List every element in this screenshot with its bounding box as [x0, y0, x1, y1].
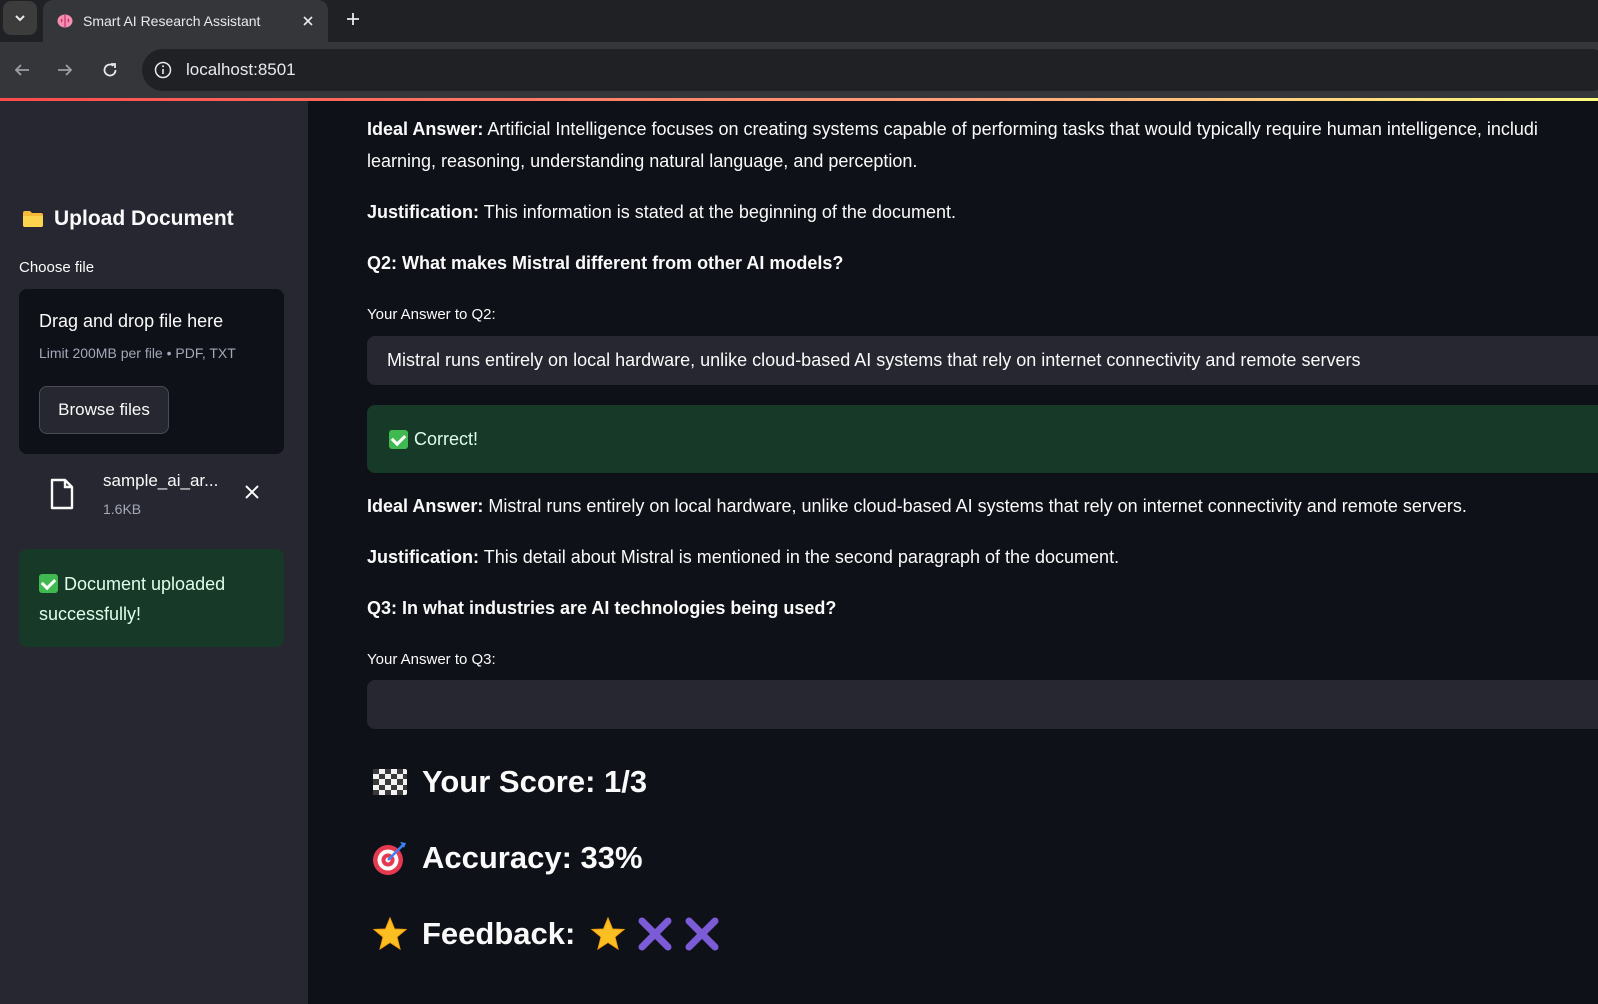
star-icon: [372, 916, 408, 952]
browser-tab[interactable]: Smart AI Research Assistant: [43, 0, 328, 42]
file-icon: [49, 478, 75, 515]
browser-toolbar: localhost:8501: [0, 42, 1598, 98]
arrow-right-icon: [58, 64, 73, 76]
info-icon[interactable]: [152, 59, 174, 81]
reload-button[interactable]: [96, 56, 124, 84]
feedback-heading: Feedback:: [372, 915, 721, 953]
remove-file-icon[interactable]: [241, 481, 263, 503]
q2-answer-input[interactable]: [367, 336, 1598, 385]
cross-mark-icon: [683, 915, 721, 953]
cross-mark-icon: [636, 915, 674, 953]
ideal-answer-label: Ideal Answer:: [367, 496, 484, 516]
forward-button[interactable]: [51, 56, 79, 84]
q3-answer-input[interactable]: [367, 680, 1598, 729]
plus-icon: [347, 13, 359, 25]
new-tab-button[interactable]: [338, 4, 368, 34]
q1-ideal-answer-cont: learning, reasoning, understanding natur…: [367, 151, 918, 171]
browse-files-button[interactable]: Browse files: [39, 386, 169, 434]
ideal-answer-label: Ideal Answer:: [367, 119, 484, 139]
justification-label: Justification:: [367, 202, 480, 222]
upload-success-text: Document uploaded successfully!: [39, 574, 226, 624]
dropzone-title: Drag and drop file here: [39, 311, 224, 331]
accuracy-text: Accuracy: 33%: [422, 840, 643, 875]
sidebar: Upload Document Choose file Drag and dro…: [0, 101, 308, 1004]
file-dropzone[interactable]: Drag and drop file here Limit 200MB per …: [19, 289, 284, 454]
q1-ideal-answer: Ideal Answer: Artificial Intelligence fo…: [367, 119, 1538, 140]
score-text: Your Score: 1/3: [422, 764, 648, 799]
q2-question: Q2: What makes Mistral different from ot…: [367, 253, 844, 273]
q2-ideal-answer: Ideal Answer: Mistral runs entirely on l…: [367, 496, 1467, 517]
direct-hit-icon: [372, 840, 408, 876]
q1-justification: Justification: This information is state…: [367, 202, 956, 223]
check-mark-icon: [39, 574, 58, 593]
uploaded-file: sample_ai_ar... 1.6KB: [19, 459, 284, 529]
feedback-text: Feedback:: [422, 916, 576, 951]
arrow-left-icon: [14, 64, 29, 76]
address-bar[interactable]: localhost:8501: [142, 49, 1598, 91]
reload-icon: [103, 63, 117, 77]
folder-icon: [22, 210, 44, 228]
tab-title: Smart AI Research Assistant: [83, 13, 261, 29]
justification-label: Justification:: [367, 547, 480, 567]
tab-search-button[interactable]: [3, 1, 37, 35]
chevron-down-icon: [15, 15, 25, 22]
close-tab-icon[interactable]: [294, 7, 322, 35]
q2-input-label: Your Answer to Q2:: [367, 306, 496, 323]
brain-icon: [57, 13, 73, 29]
ideal-answer-text: Mistral runs entirely on local hardware,…: [488, 496, 1467, 516]
q2-justification: Justification: This detail about Mistral…: [367, 547, 1119, 568]
file-size: 1.6KB: [103, 501, 142, 517]
q2-correct-alert: Correct!: [367, 405, 1598, 473]
upload-heading-text: Upload Document: [54, 207, 234, 230]
file-name: sample_ai_ar...: [103, 471, 219, 490]
file-uploader-label: Choose file: [19, 259, 95, 276]
check-mark-icon: [389, 429, 408, 449]
back-button[interactable]: [8, 56, 36, 84]
q3-question: Q3: In what industries are AI technologi…: [367, 598, 837, 618]
checkered-flag-icon: [372, 764, 408, 800]
star-icon: [589, 915, 627, 953]
main-content: Ideal Answer: Artificial Intelligence fo…: [308, 101, 1598, 1004]
accuracy-heading: Accuracy: 33%: [372, 840, 643, 876]
upload-success-alert: Document uploaded successfully!: [19, 549, 284, 647]
score-heading: Your Score: 1/3: [372, 764, 647, 800]
dropzone-limit: Limit 200MB per file • PDF, TXT: [39, 345, 236, 361]
justification-text: This information is stated at the beginn…: [483, 202, 956, 222]
browser-tab-bar: Smart AI Research Assistant: [0, 0, 1598, 42]
correct-text: Correct!: [414, 428, 479, 449]
q3-input-label: Your Answer to Q3:: [367, 651, 496, 668]
ideal-answer-text: Artificial Intelligence focuses on creat…: [487, 119, 1538, 139]
justification-text: This detail about Mistral is mentioned i…: [483, 547, 1120, 567]
upload-heading: Upload Document: [22, 207, 234, 231]
url-text: localhost:8501: [186, 60, 296, 79]
